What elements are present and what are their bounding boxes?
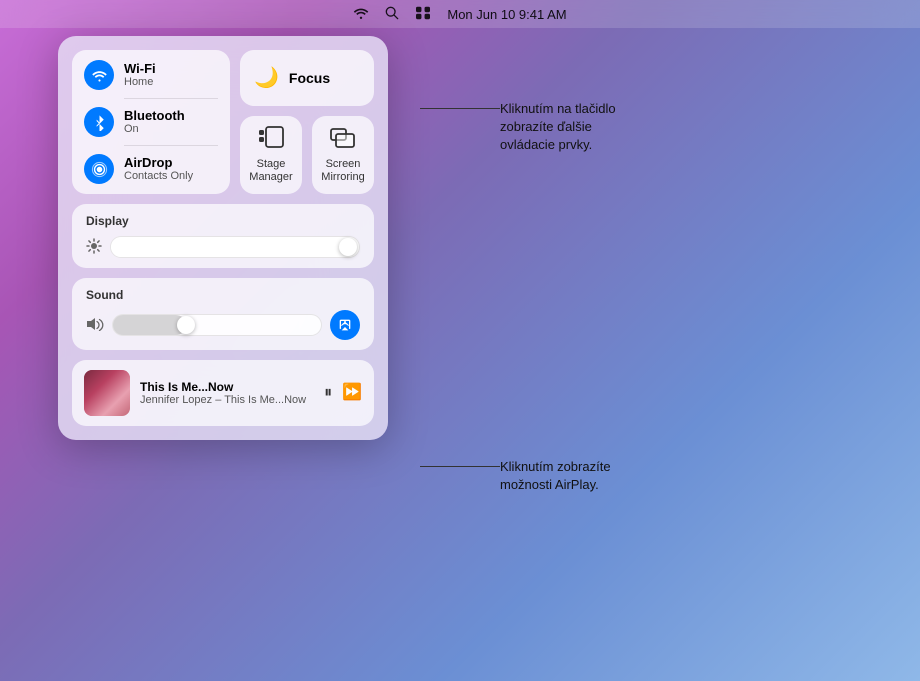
display-section: Display: [72, 204, 374, 268]
bluetooth-icon: [91, 114, 108, 131]
airplay-tip-text: Kliknutím zobrazítemožnosti AirPlay.: [500, 458, 611, 494]
wifi-menubar-icon[interactable]: [353, 6, 369, 23]
airplay-button[interactable]: [330, 310, 360, 340]
airdrop-subtitle: Contacts Only: [124, 170, 193, 183]
screen-mirroring-label: ScreenMirroring: [321, 158, 364, 184]
wifi-icon-wrap: [84, 60, 114, 90]
playback-controls: ⏸ ⏩: [324, 385, 362, 401]
menubar: Mon Jun 10 9:41 AM: [0, 0, 920, 28]
focus-tile[interactable]: 🌙 Focus: [240, 50, 374, 106]
brightness-slider[interactable]: [110, 236, 360, 258]
volume-slider[interactable]: [112, 314, 322, 336]
display-slider-row: [86, 236, 360, 258]
focus-tip-text: Kliknutím na tlačidlozobrazíte ďalšieovl…: [500, 100, 616, 155]
annotation-line-1: [420, 108, 500, 109]
bottom-tiles-row: StageManager ScreenMirroring: [240, 116, 374, 194]
connectivity-tile: Wi-Fi Home Bluetooth On: [72, 50, 230, 194]
sound-slider-row: [86, 310, 360, 340]
airplay-icon: [337, 317, 353, 333]
bluetooth-icon-wrap: [84, 107, 114, 137]
bluetooth-subtitle: On: [124, 123, 185, 136]
track-artist: Jennifer Lopez – This Is Me...Now: [140, 394, 314, 406]
display-title: Display: [86, 214, 360, 228]
track-title: This Is Me...Now: [140, 380, 314, 394]
airplay-annotation: Kliknutím zobrazítemožnosti AirPlay.: [420, 458, 611, 494]
annotation-line-2: [420, 466, 500, 467]
bluetooth-title: Bluetooth: [124, 108, 185, 124]
screen-mirroring-tile[interactable]: ScreenMirroring: [312, 116, 374, 194]
volume-icon: [86, 317, 104, 334]
stage-manager-label: StageManager: [249, 158, 292, 184]
airdrop-item[interactable]: AirDrop Contacts Only: [84, 154, 218, 184]
sound-title: Sound: [86, 288, 360, 302]
focus-label: Focus: [289, 70, 330, 86]
airdrop-title: AirDrop: [124, 155, 193, 171]
airdrop-icon-wrap: [84, 154, 114, 184]
wifi-item[interactable]: Wi-Fi Home: [84, 60, 218, 90]
control-center-menubar-icon[interactable]: [415, 6, 431, 23]
album-art-image: [84, 370, 130, 416]
track-info: This Is Me...Now Jennifer Lopez – This I…: [140, 380, 314, 406]
bluetooth-text: Bluetooth On: [124, 108, 185, 137]
conn-divider-1: [124, 98, 218, 99]
stage-manager-icon: [258, 126, 284, 152]
wifi-icon: [91, 67, 108, 84]
focus-moon-icon: 🌙: [254, 68, 279, 88]
cc-top-row: Wi-Fi Home Bluetooth On: [72, 50, 374, 194]
conn-divider-2: [124, 145, 218, 146]
next-button[interactable]: ⏩: [342, 385, 362, 401]
search-menubar-icon[interactable]: [385, 6, 399, 23]
wifi-title: Wi-Fi: [124, 61, 156, 77]
album-art: [84, 370, 130, 416]
stage-manager-tile[interactable]: StageManager: [240, 116, 302, 194]
right-tiles: 🌙 Focus StageManager: [240, 50, 374, 194]
sound-section: Sound: [72, 278, 374, 350]
now-playing-tile[interactable]: This Is Me...Now Jennifer Lopez – This I…: [72, 360, 374, 426]
control-center-panel: Wi-Fi Home Bluetooth On: [58, 36, 388, 440]
bluetooth-item[interactable]: Bluetooth On: [84, 107, 218, 137]
pause-button[interactable]: ⏸: [324, 385, 332, 401]
menubar-clock: Mon Jun 10 9:41 AM: [447, 7, 566, 22]
focus-annotation: Kliknutím na tlačidlozobrazíte ďalšieovl…: [420, 100, 616, 155]
airdrop-text: AirDrop Contacts Only: [124, 155, 193, 184]
volume-thumb[interactable]: [177, 316, 195, 334]
screen-mirroring-icon: [330, 126, 356, 152]
brightness-icon: [86, 238, 102, 257]
brightness-thumb[interactable]: [339, 238, 357, 256]
wifi-subtitle: Home: [124, 76, 156, 89]
airdrop-icon: [91, 161, 108, 178]
wifi-text: Wi-Fi Home: [124, 61, 156, 90]
